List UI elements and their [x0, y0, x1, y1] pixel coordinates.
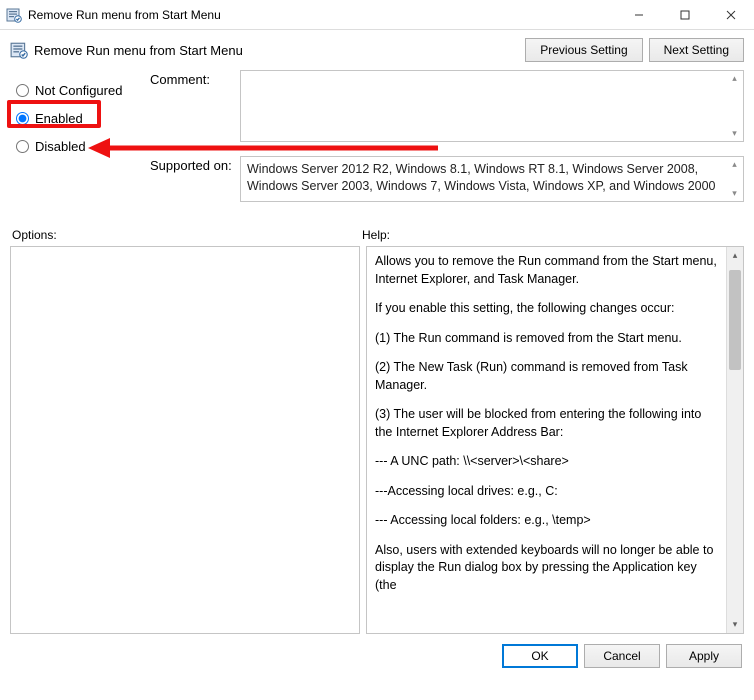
- ok-button[interactable]: OK: [502, 644, 578, 668]
- scroll-up-icon: ▴: [732, 73, 737, 84]
- supported-on-text: Windows Server 2012 R2, Windows 8.1, Win…: [241, 157, 726, 201]
- disabled-radio[interactable]: [16, 140, 29, 153]
- cancel-button[interactable]: Cancel: [584, 644, 660, 668]
- help-paragraph: --- Accessing local folders: e.g., \temp…: [375, 512, 718, 530]
- supported-on-label: Supported on:: [150, 156, 240, 202]
- help-label: Help:: [362, 228, 390, 242]
- help-paragraph: If you enable this setting, the followin…: [375, 300, 718, 318]
- policy-icon: [10, 41, 28, 59]
- next-setting-button[interactable]: Next Setting: [649, 38, 744, 62]
- options-label: Options:: [12, 228, 362, 242]
- dialog-footer: OK Cancel Apply: [0, 634, 754, 678]
- help-paragraph: (2) The New Task (Run) command is remove…: [375, 359, 718, 394]
- disabled-label: Disabled: [35, 139, 86, 154]
- help-paragraph: ---Accessing local drives: e.g., C:: [375, 483, 718, 501]
- help-paragraph: (3) The user will be blocked from enteri…: [375, 406, 718, 441]
- help-paragraph: Allows you to remove the Run command fro…: [375, 253, 718, 288]
- help-paragraph: Also, users with extended keyboards will…: [375, 542, 718, 595]
- window-minimize-button[interactable]: [616, 0, 662, 30]
- comment-textarea[interactable]: [241, 71, 726, 141]
- policy-header: Remove Run menu from Start Menu Previous…: [0, 30, 754, 66]
- state-radio-group: Not Configured Enabled Disabled: [10, 70, 150, 202]
- scroll-track[interactable]: [727, 264, 743, 616]
- comment-scrollbar[interactable]: ▴ ▾: [726, 71, 743, 141]
- scroll-thumb[interactable]: [729, 270, 741, 370]
- policy-icon: [6, 7, 22, 23]
- not-configured-radio[interactable]: [16, 84, 29, 97]
- help-scrollbar[interactable]: ▴ ▾: [726, 247, 743, 633]
- comment-label: Comment:: [150, 70, 240, 142]
- not-configured-label: Not Configured: [35, 83, 122, 98]
- scroll-down-icon: ▾: [732, 128, 737, 139]
- apply-button[interactable]: Apply: [666, 644, 742, 668]
- window-close-button[interactable]: [708, 0, 754, 30]
- options-panel: [10, 246, 360, 634]
- scroll-down-icon: ▾: [732, 188, 737, 199]
- enabled-radio[interactable]: [16, 112, 29, 125]
- help-paragraph: --- A UNC path: \\<server>\<share>: [375, 453, 718, 471]
- help-textbox: Allows you to remove the Run command fro…: [367, 247, 726, 633]
- previous-setting-button[interactable]: Previous Setting: [525, 38, 642, 62]
- window-maximize-button[interactable]: [662, 0, 708, 30]
- supported-scrollbar[interactable]: ▴ ▾: [726, 157, 743, 201]
- policy-title: Remove Run menu from Start Menu: [34, 43, 519, 58]
- scroll-up-icon: ▴: [732, 159, 737, 170]
- enabled-label: Enabled: [35, 111, 83, 126]
- window-titlebar: Remove Run menu from Start Menu: [0, 0, 754, 30]
- scroll-up-icon: ▴: [727, 247, 743, 264]
- window-title: Remove Run menu from Start Menu: [28, 8, 616, 22]
- help-paragraph: (1) The Run command is removed from the …: [375, 330, 718, 348]
- scroll-down-icon: ▾: [727, 616, 743, 633]
